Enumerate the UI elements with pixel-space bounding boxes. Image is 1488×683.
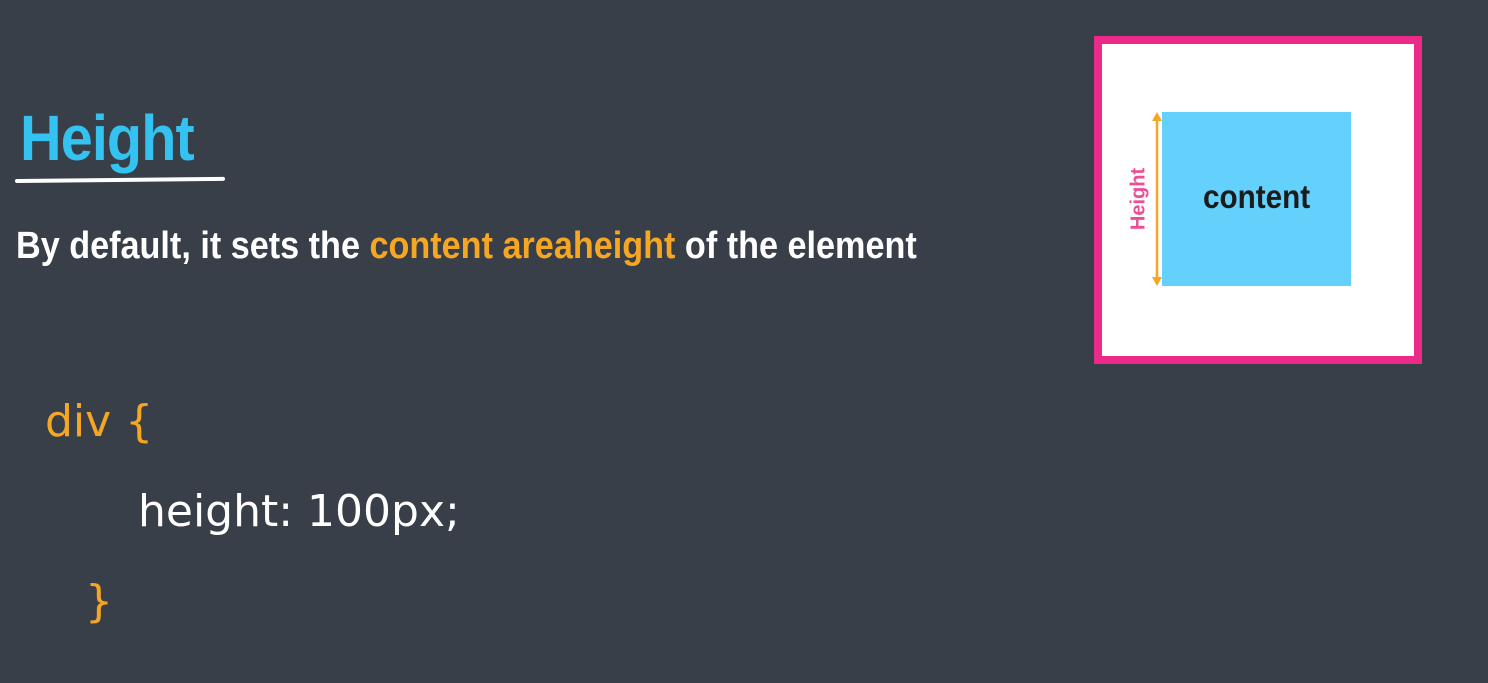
height-label: Height [1127, 167, 1150, 231]
title-underline [14, 176, 226, 183]
code-selector-open: div { [45, 396, 154, 447]
content-area-box: content [1162, 112, 1351, 286]
subtitle-highlight-height: height [572, 225, 676, 267]
subtitle-text-after: of the element [675, 225, 917, 267]
slide-title: Height [20, 102, 195, 174]
content-label: content [1202, 178, 1311, 215]
subtitle-text-before: By default, it sets the [16, 225, 370, 267]
slide-subtitle: By default, it sets the content areaheig… [16, 222, 917, 270]
subtitle-highlight-content-area: content area [369, 225, 573, 267]
code-selector-close: } [85, 576, 113, 627]
box-model-diagram: content Height [1094, 36, 1422, 364]
code-height-declaration: height: 100px; [138, 486, 460, 537]
height-arrow-icon [1152, 112, 1162, 286]
